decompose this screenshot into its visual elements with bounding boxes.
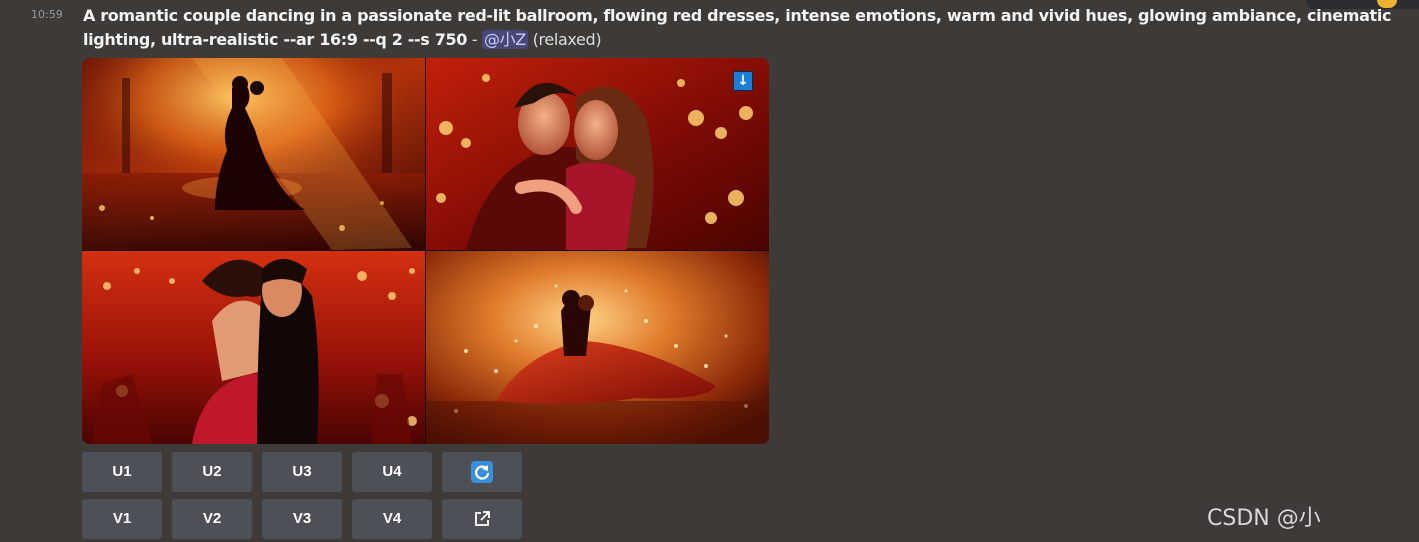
variation-button-3[interactable]: V3 xyxy=(262,499,342,539)
message-content: A romantic couple dancing in a passionat… xyxy=(83,4,1413,52)
upscale-button-1[interactable]: U1 xyxy=(82,452,162,492)
image-tile-1[interactable] xyxy=(82,58,425,250)
image-tile-2[interactable] xyxy=(426,58,769,250)
prompt-separator: - xyxy=(467,30,482,49)
upscale-button-3[interactable]: U3 xyxy=(262,452,342,492)
image-tile-4[interactable] xyxy=(426,251,769,444)
reroll-button[interactable] xyxy=(442,452,522,492)
external-link-icon xyxy=(442,499,522,539)
message-timestamp: 10:59 xyxy=(31,8,63,21)
image-tile-3[interactable] xyxy=(82,251,425,444)
image-grid[interactable] xyxy=(82,58,769,444)
variation-button-4[interactable]: V4 xyxy=(352,499,432,539)
watermark: CSDN @小 xyxy=(1207,506,1321,531)
refresh-icon xyxy=(442,452,522,492)
variation-button-1[interactable]: V1 xyxy=(82,499,162,539)
job-status: (relaxed) xyxy=(527,30,602,49)
upscale-button-4[interactable]: U4 xyxy=(352,452,432,492)
upscale-button-2[interactable]: U2 xyxy=(172,452,252,492)
download-icon[interactable]: ↓ xyxy=(733,71,753,91)
variation-button-2[interactable]: V2 xyxy=(172,499,252,539)
open-web-button[interactable] xyxy=(442,499,522,539)
prompt-text: A romantic couple dancing in a passionat… xyxy=(83,6,1392,49)
user-mention[interactable]: @小Z xyxy=(481,30,528,49)
